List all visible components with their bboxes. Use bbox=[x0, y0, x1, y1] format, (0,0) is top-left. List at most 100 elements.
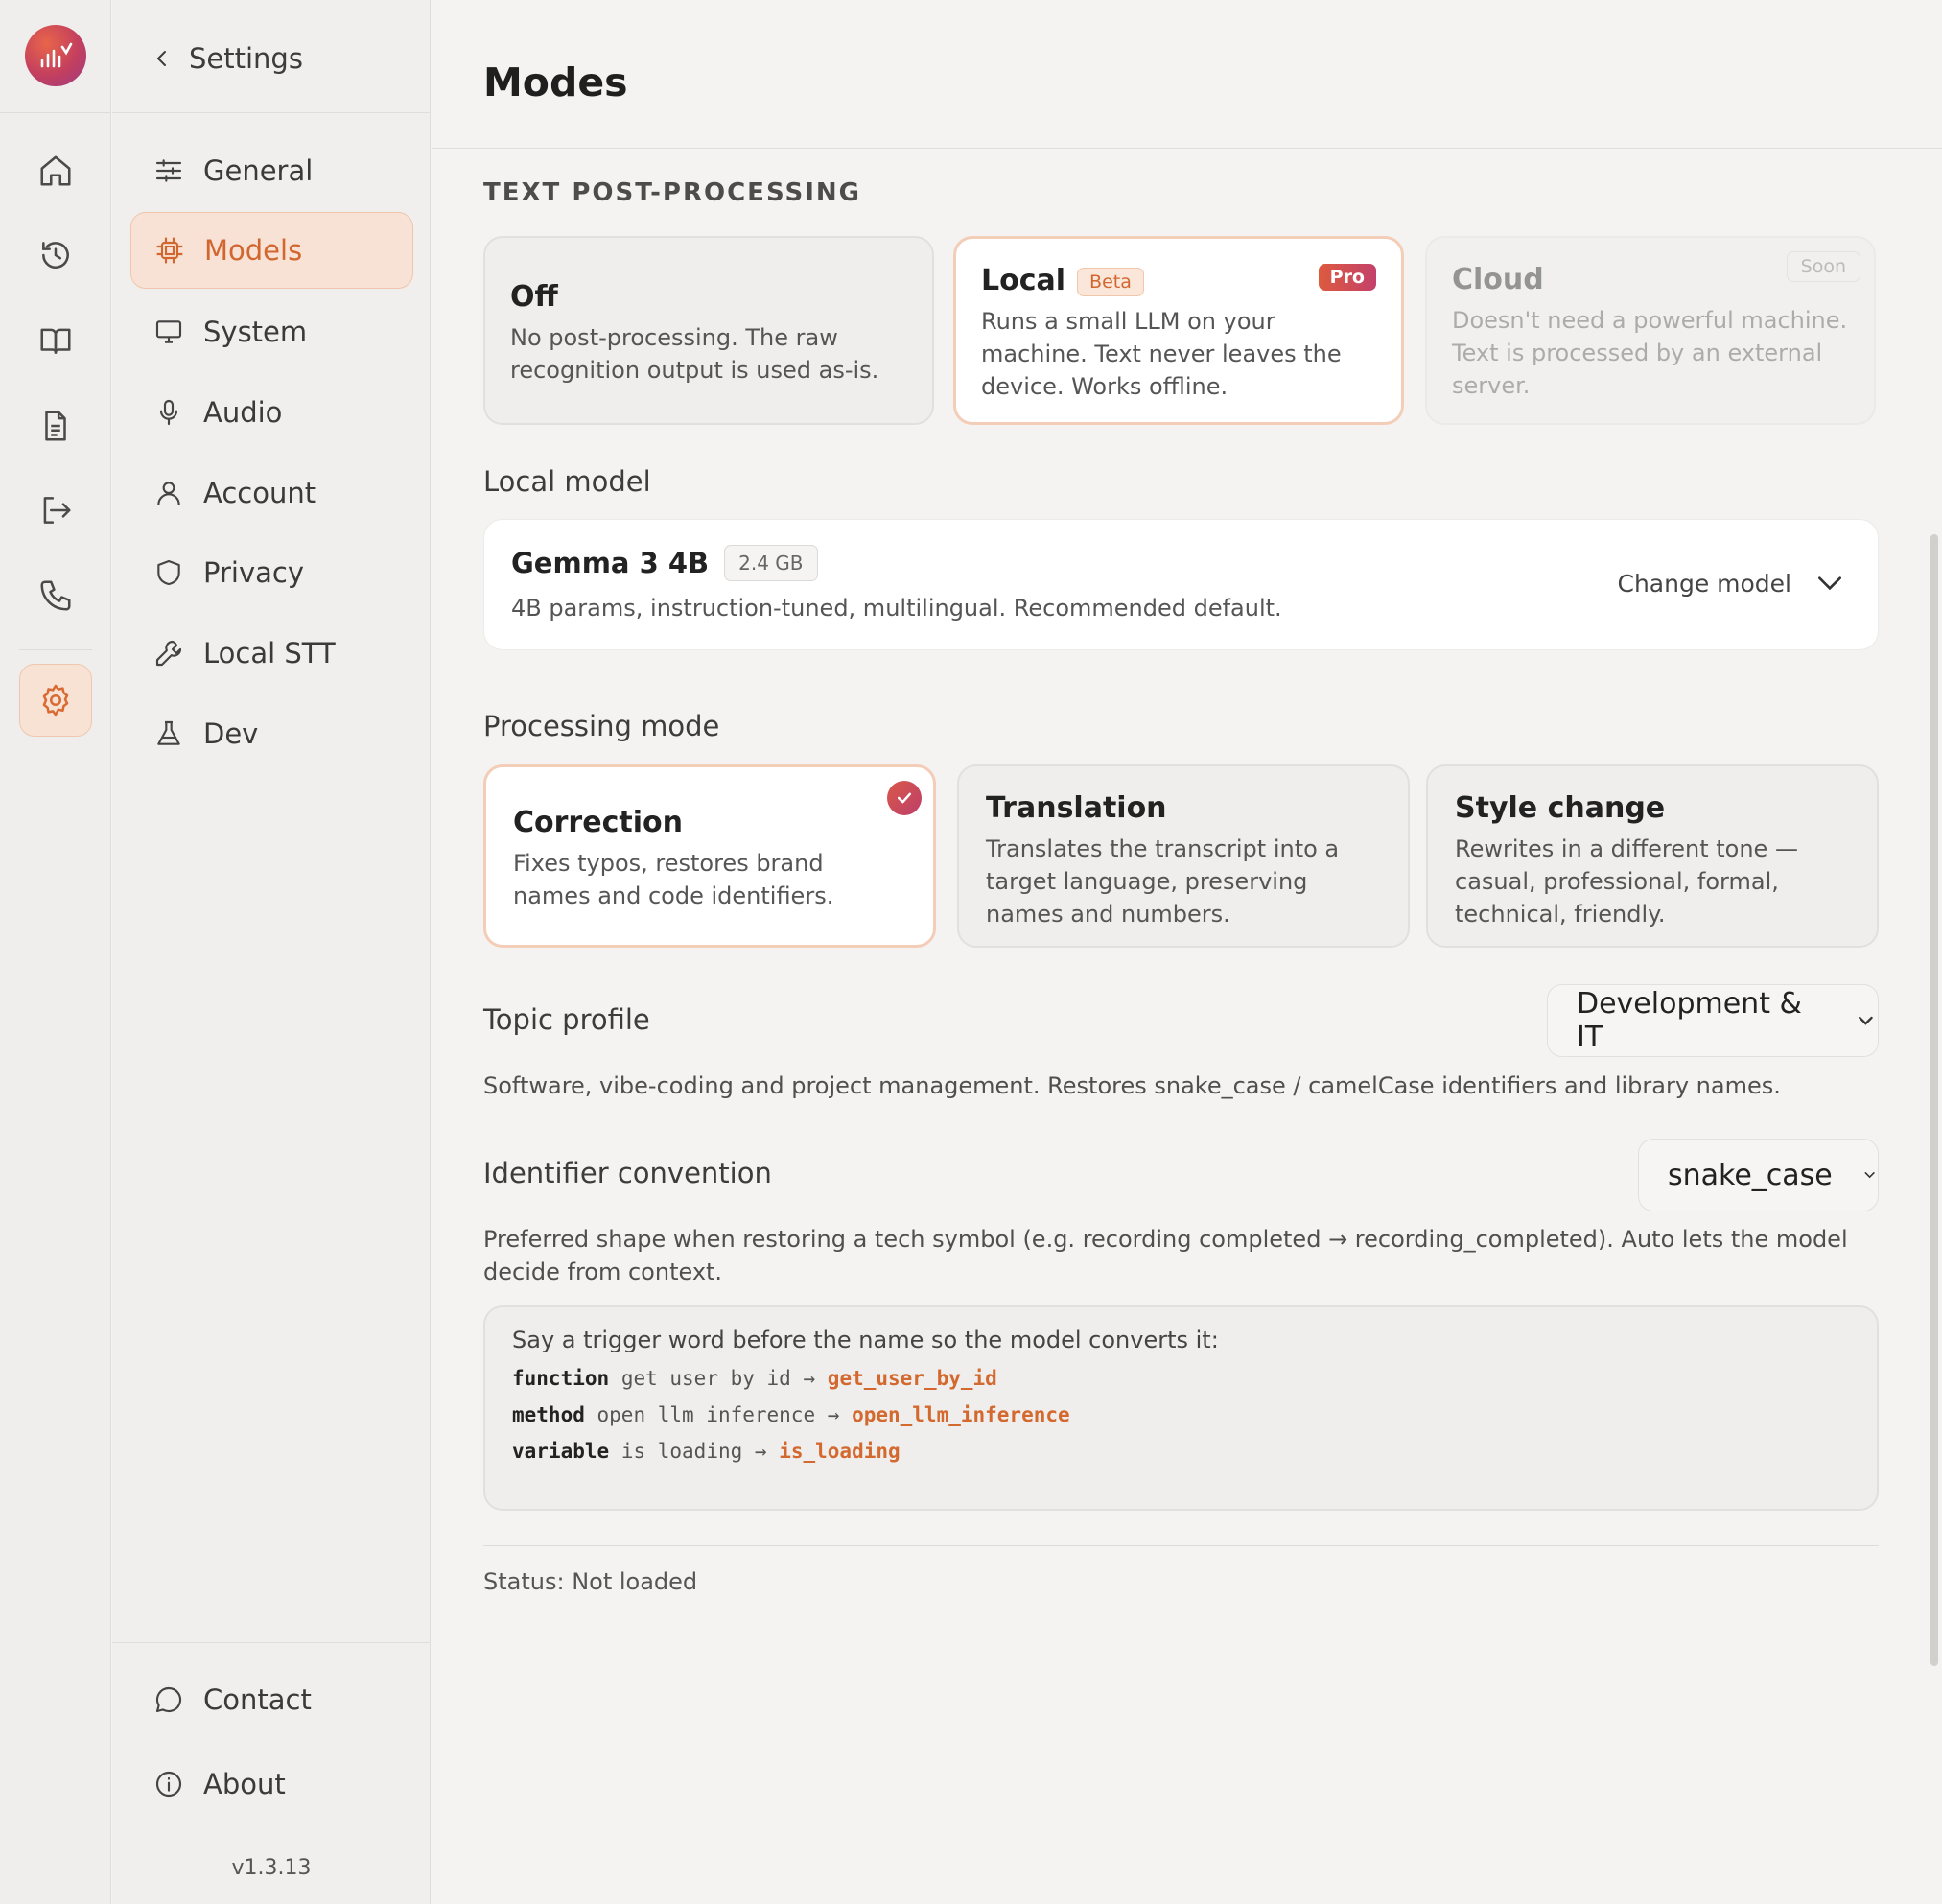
model-desc: 4B params, instruction-tuned, multilingu… bbox=[511, 595, 1282, 622]
mode-desc: Fixes typos, restores brand names and co… bbox=[513, 850, 834, 909]
nav-item-contact[interactable]: Contact bbox=[130, 1661, 413, 1738]
settings-nav: Settings General Models System Audio Acc… bbox=[112, 0, 431, 1904]
trigger-word-box: Say a trigger word before the name so th… bbox=[483, 1305, 1879, 1511]
nav-item-privacy[interactable]: Privacy bbox=[130, 534, 413, 611]
nav-item-general[interactable]: General bbox=[130, 132, 413, 209]
settings-back-link[interactable]: Settings bbox=[151, 36, 303, 81]
option-desc: No post-processing. The raw recognition … bbox=[510, 324, 879, 384]
trigger-phrase: is loading bbox=[620, 1440, 743, 1463]
gear-icon bbox=[42, 684, 69, 717]
topic-profile-value: Development & IT bbox=[1577, 987, 1802, 1054]
chip-icon bbox=[156, 237, 183, 264]
nav-item-label: General bbox=[203, 154, 314, 187]
document-icon bbox=[45, 411, 66, 441]
option-card-local[interactable]: Local Beta Pro Runs a small LLM on your m… bbox=[953, 236, 1404, 425]
chevron-left-icon bbox=[156, 51, 166, 66]
topic-profile-label: Topic profile bbox=[483, 1003, 650, 1036]
monitor-icon bbox=[155, 320, 182, 343]
phone-icon bbox=[40, 580, 71, 611]
user-icon bbox=[157, 482, 180, 505]
nav-item-system[interactable]: System bbox=[130, 294, 413, 370]
arrow-icon: → bbox=[827, 1403, 840, 1426]
identifier-convention-select[interactable]: snake_case bbox=[1638, 1139, 1879, 1211]
settings-back-label: Settings bbox=[189, 42, 303, 75]
arrow-icon: → bbox=[803, 1367, 816, 1390]
microphone-icon bbox=[159, 399, 178, 426]
option-title: Local bbox=[981, 264, 1066, 297]
trigger-example: method open llm inference → open_llm_inf… bbox=[512, 1403, 1850, 1426]
nav-item-local-stt[interactable]: Local STT bbox=[130, 615, 413, 692]
mode-title: Style change bbox=[1455, 791, 1666, 825]
mode-desc: Translates the transcript into a target … bbox=[986, 835, 1340, 928]
identifier-convention-label: Identifier convention bbox=[483, 1157, 772, 1189]
wrench-icon bbox=[155, 640, 182, 667]
topic-profile-desc: Software, vibe-coding and project manage… bbox=[483, 1072, 1781, 1099]
waveform-logo-icon bbox=[40, 42, 73, 68]
rail-import-button[interactable] bbox=[19, 474, 92, 547]
nav-item-label: Account bbox=[203, 477, 316, 509]
local-model-label: Local model bbox=[483, 465, 651, 498]
pro-badge: Pro bbox=[1318, 264, 1376, 291]
rail-history-button[interactable] bbox=[19, 219, 92, 292]
nav-item-models[interactable]: Models bbox=[130, 212, 413, 289]
local-model-card[interactable]: Gemma 3 4B 2.4 GB 4B params, instruction-… bbox=[483, 519, 1879, 650]
option-title: Off bbox=[510, 280, 558, 314]
change-model-label: Change model bbox=[1617, 569, 1791, 598]
trigger-result: open_llm_inference bbox=[852, 1403, 1070, 1426]
nav-item-label: Privacy bbox=[203, 556, 304, 589]
info-icon bbox=[155, 1771, 182, 1798]
import-icon bbox=[43, 497, 71, 524]
soon-badge: Soon bbox=[1786, 251, 1860, 282]
app-logo[interactable] bbox=[25, 25, 86, 86]
book-icon bbox=[40, 328, 71, 354]
chevron-down-icon bbox=[1859, 1016, 1873, 1025]
option-desc: Runs a small LLM on your machine. Text n… bbox=[981, 308, 1342, 400]
trigger-intro: Say a trigger word before the name so th… bbox=[512, 1327, 1219, 1353]
identifier-convention-value: snake_case bbox=[1668, 1158, 1833, 1192]
rail-calls-button[interactable] bbox=[19, 559, 92, 632]
sliders-icon bbox=[155, 159, 182, 182]
rail-dictionary-button[interactable] bbox=[19, 304, 92, 377]
trigger-keyword: method bbox=[512, 1403, 585, 1426]
main-content: Modes TEXT POST-PROCESSING Off No post-p… bbox=[432, 0, 1942, 1904]
trigger-phrase: get user by id bbox=[620, 1367, 791, 1390]
nav-item-label: About bbox=[203, 1768, 286, 1800]
option-desc: Doesn't need a powerful machine. Text is… bbox=[1452, 307, 1848, 399]
option-card-off[interactable]: Off No post-processing. The raw recognit… bbox=[483, 236, 934, 425]
trigger-example: variable is loading → is_loading bbox=[512, 1440, 1850, 1463]
processing-mode-label: Processing mode bbox=[483, 710, 720, 742]
beta-badge: Beta bbox=[1077, 267, 1144, 296]
nav-item-label: System bbox=[203, 316, 308, 348]
model-size-badge: 2.4 GB bbox=[724, 545, 818, 581]
mode-desc: Rewrites in a different tone — casual, p… bbox=[1455, 835, 1798, 928]
nav-item-audio[interactable]: Audio bbox=[130, 374, 413, 451]
nav-item-label: Dev bbox=[203, 717, 259, 750]
home-icon bbox=[40, 155, 71, 186]
nav-item-label: Audio bbox=[203, 396, 283, 429]
chat-bubble-icon bbox=[155, 1686, 182, 1713]
mode-card-style-change[interactable]: Style change Rewrites in a different ton… bbox=[1426, 764, 1879, 948]
app-version: v1.3.13 bbox=[231, 1856, 312, 1880]
chevron-down-icon bbox=[1864, 1172, 1875, 1179]
icon-rail bbox=[0, 0, 111, 1904]
rail-notes-button[interactable] bbox=[19, 389, 92, 462]
chevron-down-icon bbox=[1818, 576, 1841, 591]
identifier-convention-desc: Preferred shape when restoring a tech sy… bbox=[483, 1226, 1848, 1285]
scrollbar[interactable] bbox=[1930, 534, 1938, 1666]
trigger-result: is_loading bbox=[779, 1440, 901, 1463]
mode-card-translation[interactable]: Translation Translates the transcript in… bbox=[957, 764, 1410, 948]
model-name: Gemma 3 4B bbox=[511, 547, 710, 579]
nav-item-about[interactable]: About bbox=[130, 1746, 413, 1822]
nav-item-dev[interactable]: Dev bbox=[130, 695, 413, 772]
section-label: TEXT POST-PROCESSING bbox=[483, 178, 861, 207]
nav-item-account[interactable]: Account bbox=[130, 455, 413, 531]
rail-settings-button[interactable] bbox=[19, 664, 92, 737]
nav-item-label: Contact bbox=[203, 1683, 312, 1716]
mode-card-correction[interactable]: Correction Fixes typos, restores brand n… bbox=[483, 764, 936, 948]
flask-icon bbox=[157, 720, 180, 745]
rail-home-button[interactable] bbox=[19, 134, 92, 207]
topic-profile-select[interactable]: Development & IT bbox=[1547, 984, 1879, 1057]
history-icon bbox=[42, 242, 69, 269]
page-title: Modes bbox=[483, 59, 628, 106]
change-model-button[interactable]: Change model bbox=[1617, 568, 1845, 599]
